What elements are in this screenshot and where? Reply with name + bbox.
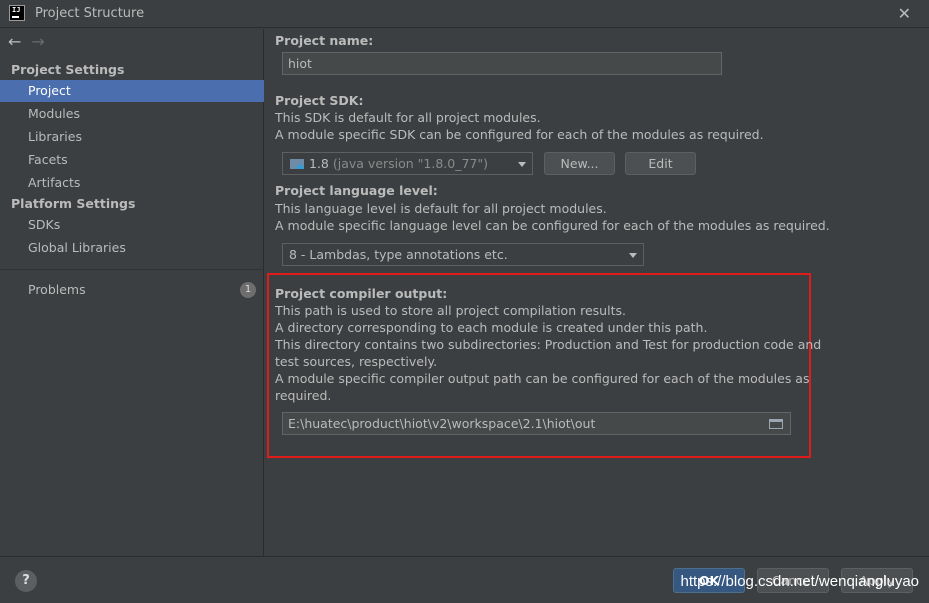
sidebar-item-artifacts[interactable]: Artifacts <box>0 172 264 194</box>
sidebar-item-sdks[interactable]: SDKs <box>0 214 264 236</box>
project-name-input[interactable]: hiot <box>282 52 722 75</box>
language-level-label: Project language level: <box>275 183 438 198</box>
sidebar-divider <box>0 269 264 270</box>
project-sdk-label: Project SDK: <box>275 93 364 108</box>
sidebar-item-modules[interactable]: Modules <box>0 103 264 125</box>
compiler-output-path-input[interactable]: E:\huatec\product\hiot\v2\workspace\2.1\… <box>282 412 791 435</box>
sidebar-item-libraries[interactable]: Libraries <box>0 126 264 148</box>
output-description-5: A module specific compiler output path c… <box>275 371 810 386</box>
project-name-label: Project name: <box>275 33 374 48</box>
compiler-output-path: E:\huatec\product\hiot\v2\workspace\2.1\… <box>288 416 596 431</box>
intellij-app-icon: IJ <box>9 5 25 21</box>
browse-folder-icon[interactable] <box>769 419 783 429</box>
language-description-2: A module specific language level can be … <box>275 218 830 233</box>
sdk-select[interactable]: 1.8 (java version "1.8.0_77") <box>282 152 533 175</box>
back-arrow-icon[interactable]: ← <box>8 32 21 51</box>
compiler-output-label: Project compiler output: <box>275 286 448 301</box>
output-description-6: required. <box>275 388 332 403</box>
output-description-3: This directory contains two subdirectori… <box>275 337 822 352</box>
sdk-folder-icon <box>290 159 304 169</box>
problems-count-badge: 1 <box>240 282 256 298</box>
sdk-description-1: This SDK is default for all project modu… <box>275 110 541 125</box>
forward-arrow-icon[interactable]: → <box>31 32 44 51</box>
sdk-version: (java version "1.8.0_77") <box>332 156 489 171</box>
sdk-new-button[interactable]: New... <box>544 152 615 175</box>
section-platform-settings: Platform Settings <box>11 196 136 211</box>
sidebar: ← → Project Settings Project Modules Libr… <box>0 29 264 556</box>
language-description-1: This language level is default for all p… <box>275 201 607 216</box>
sdk-description-2: A module specific SDK can be configured … <box>275 127 764 142</box>
title-bar: IJ Project Structure ✕ <box>0 0 929 28</box>
language-level-value: 8 - Lambdas, type annotations etc. <box>289 247 508 262</box>
sidebar-item-facets[interactable]: Facets <box>0 149 264 171</box>
chevron-down-icon <box>629 253 637 258</box>
output-description-1: This path is used to store all project c… <box>275 303 626 318</box>
chevron-down-icon <box>518 162 526 167</box>
watermark-text: https://blog.csdn.net/wenqiangluyao <box>680 573 920 590</box>
sdk-name: 1.8 <box>309 156 329 171</box>
output-description-2: A directory corresponding to each module… <box>275 320 708 335</box>
sidebar-item-problems[interactable]: Problems 1 <box>0 279 264 301</box>
project-settings-panel: Project name: hiot Project SDK: This SDK… <box>265 29 929 556</box>
sdk-edit-button[interactable]: Edit <box>625 152 696 175</box>
language-level-select[interactable]: 8 - Lambdas, type annotations etc. <box>282 243 644 266</box>
dialog-footer: ? OK Cancel Apply https://blog.csdn.net/… <box>0 556 929 603</box>
close-icon[interactable]: ✕ <box>898 4 911 23</box>
sidebar-item-project[interactable]: Project <box>0 80 264 102</box>
problems-label: Problems <box>28 282 86 297</box>
section-project-settings: Project Settings <box>11 62 125 77</box>
output-description-4: test sources, respectively. <box>275 354 438 369</box>
sidebar-item-global-libraries[interactable]: Global Libraries <box>0 237 264 259</box>
nav-arrows: ← → <box>8 32 45 51</box>
help-button[interactable]: ? <box>15 570 37 592</box>
window-title: Project Structure <box>35 6 145 21</box>
